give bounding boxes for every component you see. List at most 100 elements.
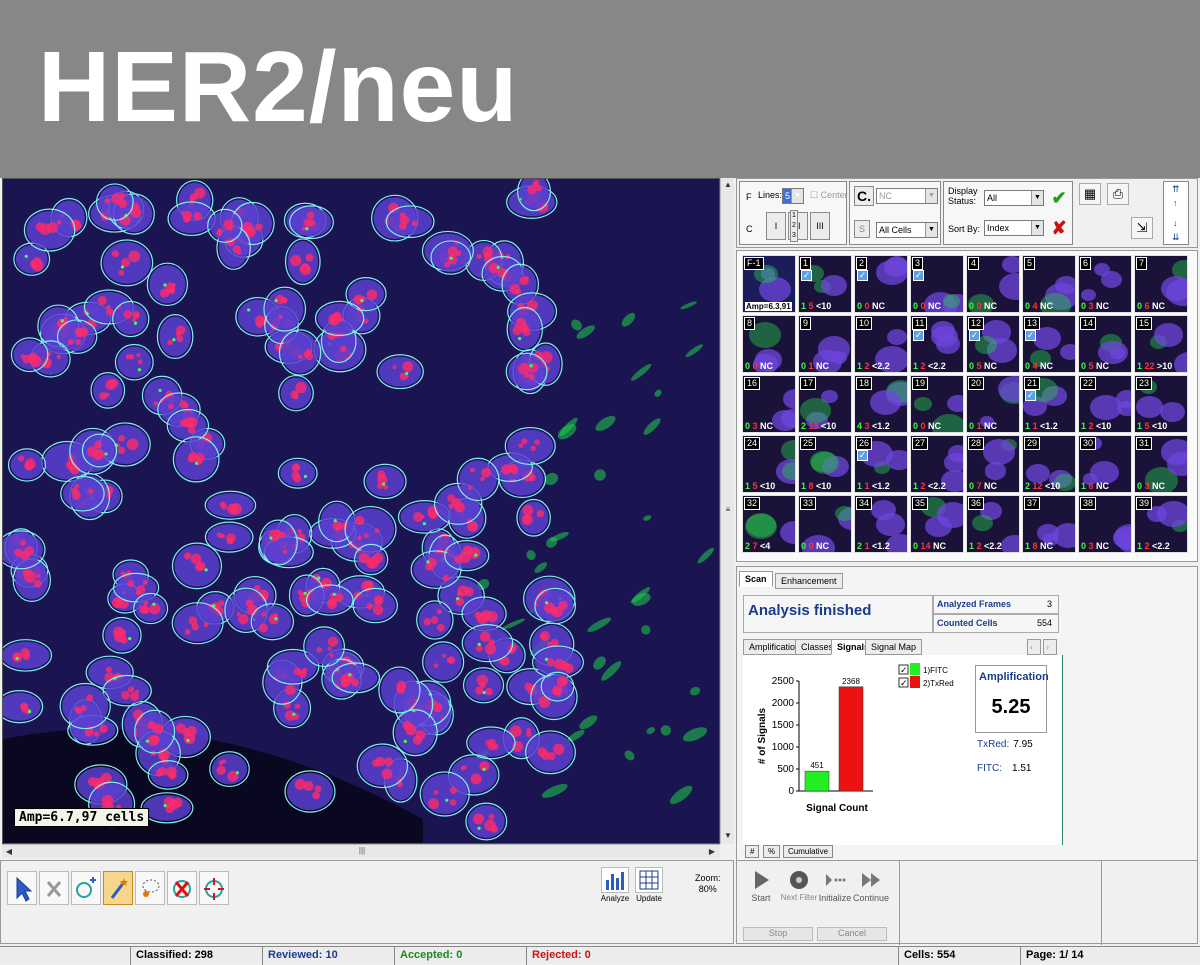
image-vertical-scrollbar[interactable]: ▲ ≡ ▼ xyxy=(720,178,734,844)
sort-by-select[interactable]: Index ▼ xyxy=(984,220,1044,236)
next-filter-button[interactable]: Next Filter xyxy=(779,867,819,907)
cell-thumbnail[interactable]: 7 0 6 NC xyxy=(1134,255,1188,313)
next-page-icon[interactable]: ↓ xyxy=(1173,218,1178,228)
scroll-right-icon[interactable]: ▶ xyxy=(706,846,718,858)
cell-thumbnail[interactable]: 16 0 3 NC xyxy=(742,375,796,433)
layout-1-button[interactable]: I xyxy=(766,212,786,240)
cell-thumbnail[interactable]: 11 ✓ 1 2 <2.2 xyxy=(910,315,964,373)
cell-thumbnail[interactable]: 19 0 0 NC xyxy=(910,375,964,433)
cell-thumbnail[interactable]: 32 2 7 <4 xyxy=(742,495,796,553)
cell-thumbnail[interactable]: 5 0 4 NC xyxy=(1022,255,1076,313)
last-page-icon[interactable]: ⇊ xyxy=(1172,232,1180,243)
export-icon[interactable]: ⇲ xyxy=(1131,217,1153,239)
add-cell-icon[interactable] xyxy=(71,871,101,905)
start-button[interactable]: Start xyxy=(741,867,781,907)
cell-thumbnail[interactable]: 34 2 1 <1.2 xyxy=(854,495,908,553)
reviewed-check-icon[interactable]: ✓ xyxy=(913,270,924,281)
remove-signal-icon[interactable] xyxy=(167,871,197,905)
cell-thumbnail[interactable]: 6 0 3 NC xyxy=(1078,255,1132,313)
scroll-grip-icon[interactable]: ≡ xyxy=(722,504,734,516)
cell-thumbnail[interactable]: 30 1 6 NC xyxy=(1078,435,1132,493)
magic-wand-icon[interactable] xyxy=(103,871,133,905)
stop-button[interactable]: Stop xyxy=(743,927,813,941)
cell-thumbnail[interactable]: 1 ✓ 1 5 <10 xyxy=(798,255,852,313)
reviewed-check-icon[interactable]: ✓ xyxy=(969,330,980,341)
cell-thumbnail[interactable]: 31 0 3 NC xyxy=(1134,435,1188,493)
cell-thumbnail[interactable]: 22 1 2 <10 xyxy=(1078,375,1132,433)
cell-thumbnail[interactable]: 24 1 5 <10 xyxy=(742,435,796,493)
cell-thumbnail[interactable]: 3 ✓ 0 0 NC xyxy=(910,255,964,313)
cell-thumbnail[interactable]: 33 0 0 NC xyxy=(798,495,852,553)
gallery-view-icon[interactable]: ▦ xyxy=(1079,183,1101,205)
cell-thumbnail[interactable]: 12 ✓ 0 5 NC xyxy=(966,315,1020,373)
scroll-down-icon[interactable]: ▼ xyxy=(722,830,734,842)
scroll-up-icon[interactable]: ▲ xyxy=(722,179,734,191)
cell-thumbnail[interactable]: 18 4 3 <1.2 xyxy=(854,375,908,433)
tab-scan[interactable]: Scan xyxy=(739,571,773,587)
cell-thumbnail[interactable]: 26 ✓ 1 1 <1.2 xyxy=(854,435,908,493)
tab-enhancement[interactable]: Enhancement xyxy=(775,573,843,589)
first-page-icon[interactable]: ⇈ xyxy=(1172,184,1180,195)
chevron-left-icon[interactable]: ‹ xyxy=(1027,639,1041,655)
continue-button[interactable]: Continue xyxy=(853,867,889,907)
accept-checkmark-icon[interactable]: ✔ xyxy=(1048,188,1070,210)
printer-icon[interactable]: ⎙ xyxy=(1107,183,1129,205)
cell-thumbnail[interactable]: 39 1 2 <2.2 xyxy=(1134,495,1188,553)
cell-thumbnail[interactable]: 20 0 1 NC xyxy=(966,375,1020,433)
cell-thumbnail[interactable]: 28 0 7 NC xyxy=(966,435,1020,493)
chevron-down-icon[interactable]: ▼ xyxy=(1031,191,1043,205)
layout-stack-button[interactable]: 1 2 3 xyxy=(790,210,798,242)
prev-page-icon[interactable]: ↑ xyxy=(1173,198,1178,208)
scroll-grip-icon[interactable]: ||| xyxy=(352,846,372,857)
tab-count[interactable]: # xyxy=(745,845,760,858)
center-checkbox[interactable]: ☐ Center xyxy=(810,190,848,201)
layout-3-button[interactable]: III xyxy=(810,212,830,240)
cell-thumbnail[interactable]: 10 1 2 <2.2 xyxy=(854,315,908,373)
reject-x-icon[interactable]: ✘ xyxy=(1048,218,1070,240)
chevron-down-icon[interactable]: ▼ xyxy=(925,189,937,203)
cell-thumbnail[interactable]: 9 0 1 NC xyxy=(798,315,852,373)
cell-thumbnail[interactable]: 36 1 2 <2.2 xyxy=(966,495,1020,553)
cell-thumbnail[interactable]: 17 2 19 <10 xyxy=(798,375,852,433)
cell-thumbnail[interactable]: 35 0 14 NC xyxy=(910,495,964,553)
delete-cell-icon[interactable] xyxy=(39,871,69,905)
initialize-button[interactable]: Initialize xyxy=(817,867,853,907)
class-select[interactable]: NC ▼ xyxy=(876,188,938,204)
target-cell-icon[interactable] xyxy=(199,871,229,905)
cell-thumbnail[interactable]: 14 0 5 NC xyxy=(1078,315,1132,373)
reviewed-check-icon[interactable]: ✓ xyxy=(913,330,924,341)
microscopy-image-view[interactable] xyxy=(2,178,720,844)
tab-cumulative[interactable]: Cumulative xyxy=(783,845,834,858)
chevron-right-icon[interactable]: › xyxy=(1043,639,1057,655)
s-button[interactable]: S xyxy=(854,220,870,238)
cancel-button[interactable]: Cancel xyxy=(817,927,887,941)
reviewed-check-icon[interactable]: ✓ xyxy=(801,270,812,281)
lines-select[interactable]: 5 ▼ xyxy=(782,188,804,204)
scroll-left-icon[interactable]: ◀ xyxy=(3,846,15,858)
cell-thumbnail[interactable]: 21 ✓ 1 1 <1.2 xyxy=(1022,375,1076,433)
cell-thumbnail[interactable]: 23 1 5 <10 xyxy=(1134,375,1188,433)
pointer-arrow-icon[interactable] xyxy=(7,871,37,905)
chevron-down-icon[interactable]: ▼ xyxy=(925,223,937,237)
cell-thumbnail[interactable]: 38 0 3 NC xyxy=(1078,495,1132,553)
analyze-button[interactable]: Analyze xyxy=(599,867,631,907)
reviewed-check-icon[interactable]: ✓ xyxy=(857,270,868,281)
cell-thumbnail[interactable]: 25 1 8 <10 xyxy=(798,435,852,493)
cell-thumbnail[interactable]: 15 1 22 >10 xyxy=(1134,315,1188,373)
reviewed-check-icon[interactable]: ✓ xyxy=(857,450,868,461)
display-status-select[interactable]: All ▼ xyxy=(984,190,1044,206)
cell-thumbnail[interactable]: 29 2 12 <10 xyxy=(1022,435,1076,493)
cell-thumbnail[interactable]: F-1 Amp=6.3,91 xyxy=(742,255,796,313)
class-button[interactable]: C. xyxy=(854,186,874,206)
cell-thumbnail[interactable]: 2 ✓ 0 0 NC xyxy=(854,255,908,313)
chevron-down-icon[interactable]: ▼ xyxy=(1031,221,1043,235)
cell-thumbnail[interactable]: 27 1 2 <2.2 xyxy=(910,435,964,493)
lasso-icon[interactable] xyxy=(135,871,165,905)
reviewed-check-icon[interactable]: ✓ xyxy=(1025,330,1036,341)
image-horizontal-scrollbar[interactable]: ◀ ||| ▶ xyxy=(2,844,720,858)
chevron-down-icon[interactable]: ▼ xyxy=(791,189,803,203)
update-button[interactable]: Update xyxy=(633,867,665,907)
cell-thumbnail[interactable]: 37 1 8 NC xyxy=(1022,495,1076,553)
reviewed-check-icon[interactable]: ✓ xyxy=(1025,390,1036,401)
cells-filter-select[interactable]: All Cells ▼ xyxy=(876,222,938,238)
